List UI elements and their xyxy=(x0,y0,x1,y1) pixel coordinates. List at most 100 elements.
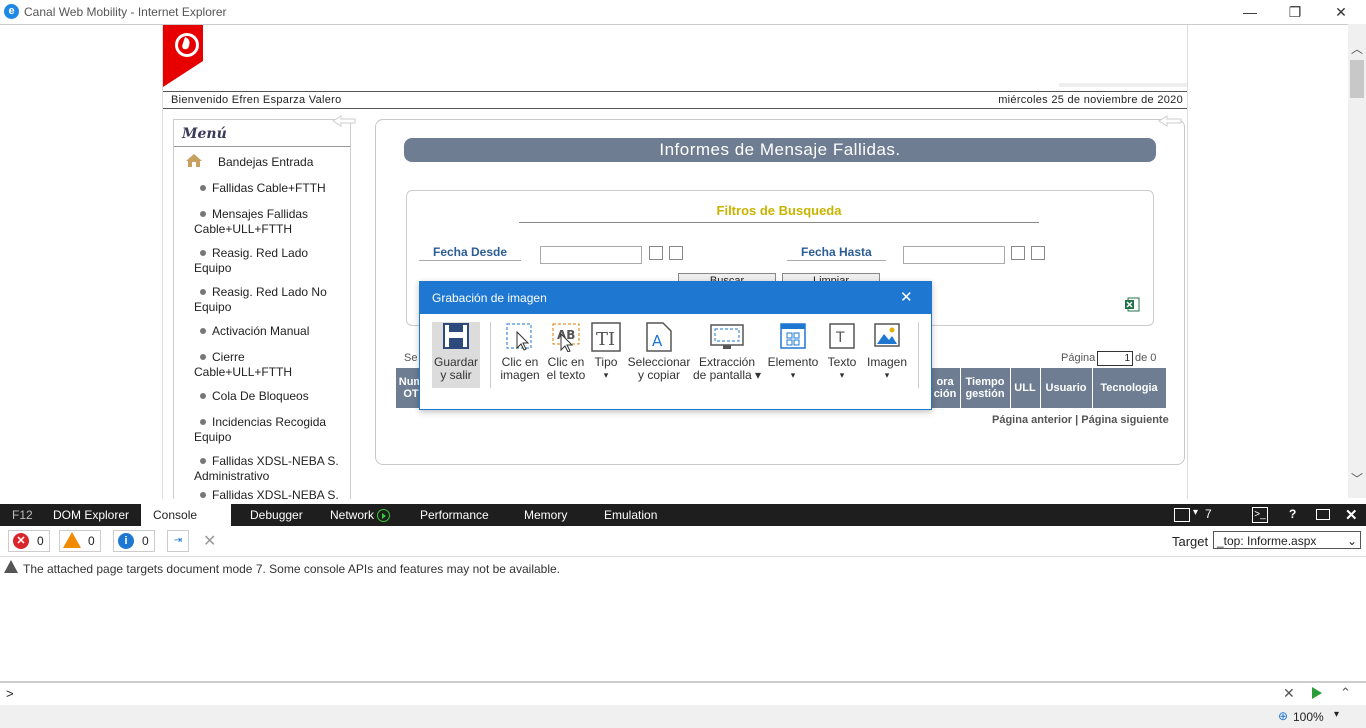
elemento-button[interactable]: Elemento ▾ xyxy=(766,322,820,382)
zoom-dropdown-icon[interactable]: ▾ xyxy=(1334,709,1339,720)
menu-item-label: Fallidas XDSL-NEBA S. xyxy=(212,488,339,499)
undock-icon[interactable] xyxy=(1316,509,1330,520)
toolbar-divider xyxy=(490,322,491,388)
bullet-icon xyxy=(200,210,206,217)
scroll-down-icon[interactable]: ﹀ xyxy=(1348,470,1366,487)
window-title: Canal Web Mobility - Internet Explorer xyxy=(24,5,227,19)
emulation-device-icon[interactable] xyxy=(1174,508,1190,522)
tab-memory[interactable]: Memory xyxy=(512,504,579,526)
column-header[interactable]: ora ción xyxy=(930,368,961,408)
collapse-panel-arrow-icon[interactable] xyxy=(1157,115,1183,127)
info-filter[interactable]: i 0 xyxy=(113,530,155,552)
zoom-level[interactable]: 100% xyxy=(1293,710,1324,724)
sidebar-item-mensajes-fallidas[interactable]: Mensajes Fallidas Cable+ULL+FTTH xyxy=(194,207,344,237)
fecha-hasta-input[interactable] xyxy=(903,246,1005,264)
clic-en-el-texto-button[interactable]: AB Clic en el texto xyxy=(544,322,588,382)
dialog-close-button[interactable]: ✕ xyxy=(900,288,913,306)
imagen-button[interactable]: Imagen ▾ xyxy=(864,322,910,382)
dropdown-arrow-icon[interactable]: ▾ xyxy=(1193,507,1198,518)
dropdown-arrow-icon: ▾ xyxy=(603,370,609,380)
errors-filter[interactable]: ✕ 0 xyxy=(8,530,50,552)
tool-label: el texto xyxy=(546,368,586,382)
bullet-icon xyxy=(200,327,206,334)
devtools-tabbar: F12 DOM Explorer Console Debugger Networ… xyxy=(0,504,1366,526)
sidebar-item-reasig-red-lado-no-equipo[interactable]: Reasig. Red Lado No Equipo xyxy=(194,285,344,315)
collapse-menu-arrow-icon[interactable] xyxy=(331,115,357,127)
tipo-button[interactable]: TI Tipo ▾ xyxy=(588,322,624,382)
restore-button[interactable]: ❐ xyxy=(1272,2,1318,22)
home-icon xyxy=(186,154,202,167)
close-devtools-icon[interactable]: ✕ xyxy=(1345,506,1358,524)
clear-console-icon[interactable]: ✕ xyxy=(203,531,216,551)
guardar-y-salir-button[interactable]: Guardar y salir xyxy=(432,322,480,388)
tab-emulation[interactable]: Emulation xyxy=(592,504,669,526)
extraccion-de-pantalla-button[interactable]: Extracción de pantalla ▾ xyxy=(692,322,762,382)
menu-item-label: Cierre Cable+ULL+FTTH xyxy=(194,350,293,379)
info-icon: i xyxy=(118,533,134,549)
console-output: The attached page targets document mode … xyxy=(0,557,1366,681)
sidebar-item-cola-de-bloqueos[interactable]: Cola De Bloqueos xyxy=(194,389,344,404)
sidebar-item-cierre[interactable]: Cierre Cable+ULL+FTTH xyxy=(194,350,344,380)
sidebar-item-activacion-manual[interactable]: Activación Manual xyxy=(194,324,344,339)
console-input-row[interactable]: > ✕ ⌃ xyxy=(0,681,1366,707)
tool-label: y copiar xyxy=(637,368,681,382)
bullet-icon xyxy=(200,418,206,425)
clear-on-navigate-icon[interactable]: ⇥ xyxy=(167,530,189,552)
scrollbar-thumb[interactable] xyxy=(1350,60,1364,98)
tab-console[interactable]: Console xyxy=(141,504,231,526)
next-page-link[interactable]: Página siguiente xyxy=(1081,414,1168,426)
text-icon: T xyxy=(824,322,860,352)
column-header[interactable]: Tecnologia xyxy=(1092,368,1166,408)
bullet-icon xyxy=(200,457,206,464)
zoom-icon[interactable]: ⊕ xyxy=(1278,709,1288,723)
bullet-icon xyxy=(200,392,206,399)
column-header[interactable]: ULL xyxy=(1010,368,1041,408)
fecha-desde-input[interactable] xyxy=(540,246,642,264)
image-icon xyxy=(864,322,910,352)
sidebar-item-fallidas-cable-ftth[interactable]: Fallidas Cable+FTTH xyxy=(194,181,344,196)
column-header[interactable]: Tiempo gestión xyxy=(960,368,1011,408)
sidebar-item-bandejas-entrada[interactable]: Bandejas Entrada xyxy=(218,155,350,170)
clear-date-icon[interactable] xyxy=(1031,246,1045,260)
seleccionar-y-copiar-button[interactable]: A Seleccionar y copiar xyxy=(626,322,692,382)
tab-network[interactable]: Network xyxy=(318,504,402,526)
console-toolbar: ✕ 0 0 i 0 ⇥ ✕ Target _top: Informe.aspx … xyxy=(0,526,1366,557)
target-select[interactable]: _top: Informe.aspx ⌄ xyxy=(1213,531,1361,549)
sidebar-item-fallidas-xdsl[interactable]: Fallidas XDSL-NEBA S. xyxy=(194,488,344,499)
menu-item-label: Fallidas XDSL-NEBA S. Administrativo xyxy=(194,454,339,483)
document-mode-count[interactable]: 7 xyxy=(1205,507,1212,521)
close-window-button[interactable]: ✕ xyxy=(1318,2,1364,22)
clic-en-imagen-button[interactable]: Clic en imagen xyxy=(498,322,542,382)
sidebar-item-incidencias-recogida[interactable]: Incidencias Recogida Equipo xyxy=(194,415,344,445)
previous-page-link[interactable]: Página anterior xyxy=(992,414,1072,426)
calendar-icon[interactable] xyxy=(1011,246,1025,260)
page-number-input[interactable]: 1 xyxy=(1097,351,1133,366)
tab-debugger[interactable]: Debugger xyxy=(238,504,315,526)
date-text: miércoles 25 de noviembre de 2020 xyxy=(998,94,1183,106)
console-prompt: > xyxy=(6,686,14,701)
calendar-icon[interactable] xyxy=(649,246,663,260)
excel-export-icon[interactable] xyxy=(1125,297,1140,312)
fecha-desde-label: Fecha Desde xyxy=(419,245,522,261)
menu-item-label: Reasig. Red Lado No Equipo xyxy=(194,285,327,314)
page-viewport: Bienvenido Efren Esparza Valero miércole… xyxy=(0,24,1348,499)
help-button[interactable]: ? xyxy=(1289,507,1296,521)
expand-icon[interactable]: ⌃ xyxy=(1340,685,1351,701)
console-prompt-icon[interactable]: >_ xyxy=(1252,507,1268,523)
run-icon[interactable] xyxy=(1312,687,1322,699)
sidebar-item-reasig-red-lado-equipo[interactable]: Reasig. Red Lado Equipo xyxy=(194,246,344,276)
column-header[interactable]: Usuario xyxy=(1040,368,1093,408)
bullet-icon xyxy=(200,491,206,498)
sidebar-item-fallidas-xdsl-admin[interactable]: Fallidas XDSL-NEBA S. Administrativo xyxy=(194,454,344,484)
tab-performance[interactable]: Performance xyxy=(408,504,501,526)
clear-date-icon[interactable] xyxy=(669,246,683,260)
svg-text:A: A xyxy=(652,332,663,350)
minimize-button[interactable]: — xyxy=(1227,2,1273,22)
scroll-up-icon[interactable]: ︿ xyxy=(1348,40,1366,57)
clear-input-icon[interactable]: ✕ xyxy=(1283,685,1295,702)
texto-button[interactable]: T Texto ▾ xyxy=(824,322,860,382)
tab-dom-explorer[interactable]: DOM Explorer xyxy=(41,504,141,526)
error-icon: ✕ xyxy=(13,533,29,549)
warnings-filter[interactable]: 0 xyxy=(59,530,101,552)
warning-count: 0 xyxy=(88,534,95,548)
